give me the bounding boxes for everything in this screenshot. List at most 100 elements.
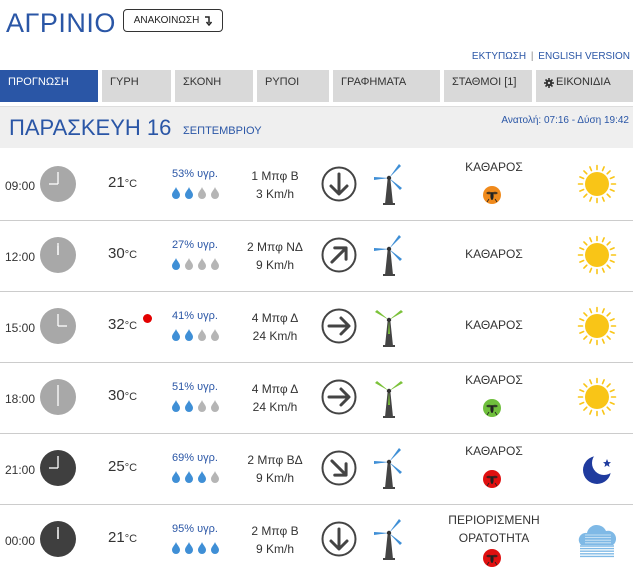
temperature-value: 30 — [108, 387, 125, 404]
tab-label: ΓΡΑΦΗΜΑΤΑ — [341, 76, 407, 88]
wind-direction-arrow-icon — [321, 308, 357, 344]
temperature-unit: °C — [124, 391, 138, 403]
drop-icon — [185, 542, 193, 554]
forecast-row: 18:00 30°C 51% υγρ. 4 Μπφ Δ 24 Km/h ΚΑΘΑΡΟΣ — [0, 363, 633, 434]
drop-icon — [211, 471, 219, 483]
sky-condition: ΠΕΡΙΟΡΙΣΜΕΝΗ ΟΡΑΤΟΤΗΤΑ — [420, 511, 568, 547]
wind-turbine-icon — [375, 381, 403, 418]
clock-icon — [40, 237, 76, 273]
print-link[interactable]: ΕΚΤΥΠΩΣΗ — [472, 51, 526, 62]
wind-direction-arrow-icon — [321, 379, 357, 415]
temperature: 21°C — [108, 529, 137, 546]
english-version-link[interactable]: ENGLISH VERSION — [538, 51, 630, 62]
wind-info: 2 Μπφ Β 9 Km/h — [238, 522, 312, 558]
drop-icon — [211, 400, 219, 412]
clock-icon — [40, 166, 76, 202]
temperature-value: 30 — [108, 245, 125, 262]
mosquito-icon — [483, 470, 501, 488]
tab-pollen[interactable]: ΓΥΡΗ — [102, 70, 171, 102]
tab-charts[interactable]: ΓΡΑΦΗΜΑΤΑ — [333, 70, 440, 102]
drop-icon — [172, 542, 180, 554]
time-label: 09:00 — [5, 179, 36, 193]
tab-stations[interactable]: ΣΤΑΘΜΟΙ [1] — [444, 70, 532, 102]
humidity-drops-icon — [172, 187, 219, 199]
sunrise-sunset: Ανατολή: 07:16 - Δύση 19:42 — [501, 115, 629, 126]
wind-turbine-icon — [374, 164, 402, 205]
mosquito-icon — [483, 399, 501, 417]
tab-forecast[interactable]: ΠΡΟΓΝΩΣΗ — [0, 70, 98, 102]
time-label: 15:00 — [5, 321, 36, 335]
tab-pollutants[interactable]: ΡΥΠΟΙ — [257, 70, 329, 102]
temperature-unit: °C — [124, 178, 138, 190]
time-label: 18:00 — [5, 392, 36, 406]
top-bar: ΑΓΡΙΝΙΟ ΑΝΑΚΟΙΝΩΣΗ ΕΚΤΥΠΩΣΗ | ENGLISH VE… — [0, 0, 633, 70]
wind-beaufort: 2 Μπφ ΒΔ — [247, 453, 303, 467]
sky-condition: ΚΑΘΑΡΟΣ — [420, 316, 568, 334]
wind-turbine-icon — [374, 519, 402, 560]
humidity-drops-icon — [172, 329, 219, 341]
wind-direction-arrow-icon — [321, 166, 357, 202]
announcement-button[interactable]: ΑΝΑΚΟΙΝΩΣΗ — [123, 9, 223, 32]
drop-icon — [198, 187, 206, 199]
drop-icon — [211, 258, 219, 270]
temperature: 21°C — [108, 174, 137, 191]
sky-condition: ΚΑΘΑΡΟΣ — [420, 442, 568, 460]
day-header: ΠΑΡΑΣΚΕΥΗ 16 ΣΕΠΤΕΜΒΡΙΟΥ Ανατολή: 07:16 … — [0, 106, 633, 148]
drop-icon — [211, 329, 219, 341]
wind-speed: 24 Km/h — [252, 329, 298, 343]
wind-direction-arrow-icon — [321, 450, 357, 486]
temperature-value: 21 — [108, 174, 125, 191]
wind-turbine-icon — [374, 448, 402, 489]
time-label: 12:00 — [5, 250, 36, 264]
mosquito-icon — [483, 186, 501, 204]
wind-beaufort: 2 Μπφ Β — [251, 524, 299, 538]
tab-label: ΣΚΟΝΗ — [183, 76, 222, 88]
wind-beaufort: 4 Μπφ Δ — [251, 311, 299, 325]
humidity-value: 69% υγρ. — [172, 452, 218, 464]
wind-beaufort: 4 Μπφ Δ — [251, 382, 299, 396]
drop-icon — [198, 471, 206, 483]
humidity-value: 27% υγρ. — [172, 239, 218, 251]
wind-direction-arrow-icon — [321, 237, 357, 273]
wind-info: 2 Μπφ ΒΔ 9 Km/h — [238, 451, 312, 487]
drop-icon — [185, 471, 193, 483]
humidity-drops-icon — [172, 471, 219, 483]
sun-icon — [577, 306, 617, 346]
wind-direction-arrow-icon — [321, 521, 357, 557]
return-arrow-icon — [205, 15, 213, 26]
temperature-unit: °C — [124, 249, 138, 261]
humidity-drops-icon — [172, 400, 219, 412]
wind-turbine-icon — [375, 310, 403, 347]
drop-icon — [172, 187, 180, 199]
wind-info: 4 Μπφ Δ 24 Km/h — [238, 309, 312, 345]
drop-icon — [211, 542, 219, 554]
tab-bar: ΠΡΟΓΝΩΣΗ ΓΥΡΗ ΣΚΟΝΗ ΡΥΠΟΙ ΓΡΑΦΗΜΑΤΑ ΣΤΑΘ… — [0, 70, 633, 102]
humidity-value: 53% υγρ. — [172, 168, 218, 180]
tab-icons[interactable]: ΕΙΚΟΝΙΔΙΑ — [536, 70, 633, 102]
humidity-value: 51% υγρ. — [172, 381, 218, 393]
sky-condition: ΚΑΘΑΡΟΣ — [420, 371, 568, 389]
tab-label: ΠΡΟΓΝΩΣΗ — [8, 76, 69, 88]
wind-beaufort: 2 Μπφ ΝΔ — [247, 240, 303, 254]
moon-icon — [583, 451, 616, 484]
top-links: ΕΚΤΥΠΩΣΗ | ENGLISH VERSION — [472, 51, 630, 62]
temperature-unit: °C — [124, 533, 138, 545]
tab-dust[interactable]: ΣΚΟΝΗ — [175, 70, 253, 102]
clock-icon — [40, 450, 76, 486]
sky-condition-text: ΚΑΘΑΡΟΣ — [465, 247, 523, 261]
alert-dot-icon — [143, 314, 152, 323]
city-title: ΑΓΡΙΝΙΟ — [6, 8, 116, 38]
drop-icon — [172, 400, 180, 412]
drop-icon — [185, 187, 193, 199]
temperature: 32°C — [108, 316, 137, 333]
drop-icon — [198, 542, 206, 554]
temperature-value: 21 — [108, 529, 125, 546]
temperature: 30°C — [108, 245, 137, 262]
clock-icon — [40, 308, 76, 344]
wind-speed: 9 Km/h — [255, 542, 294, 556]
clock-icon — [40, 521, 76, 557]
wind-info: 4 Μπφ Δ 24 Km/h — [238, 380, 312, 416]
sky-condition-text: ΚΑΘΑΡΟΣ — [465, 444, 523, 458]
humidity-drops-icon — [172, 258, 219, 270]
sun-icon — [577, 235, 617, 275]
